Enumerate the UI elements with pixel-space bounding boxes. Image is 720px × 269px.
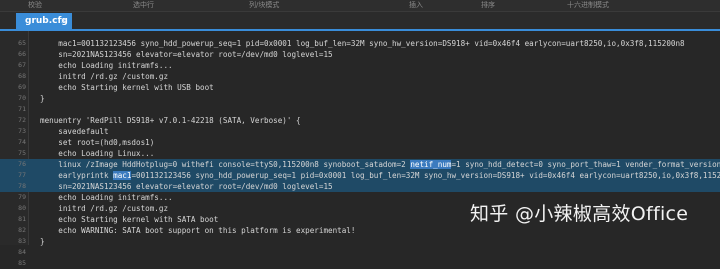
menu-item-hex-mode[interactable]: 十六进制模式 [567,0,609,10]
line-number: 80 [18,204,26,212]
code-segment: earlyprintk [40,171,114,180]
code-line[interactable]: 85 [0,258,720,269]
code-text: initrd /rd.gz /custom.gz [40,71,168,82]
line-number: 76 [18,160,26,168]
code-segment: echo Starting kernel with SATA boot [40,215,219,224]
code-segment: echo WARNING: SATA boot support on this … [40,226,356,235]
code-segment: =001132123456 syno_hdd_powerup_seq=1 pid… [131,171,720,180]
code-text: menuentry 'RedPill DS918+ v7.0.1-42218 (… [40,115,301,126]
line-number: 65 [18,39,26,47]
line-number: 70 [18,94,26,102]
line-number: 74 [18,138,26,146]
code-text: } [40,236,45,247]
code-line[interactable]: 72 menuentry 'RedPill DS918+ v7.0.1-42218… [0,115,720,126]
code-segment: } [40,94,45,103]
code-segment: linux /zImage HddHotplug=0 withefi conso… [40,160,411,169]
code-segment: mac1=001132123456 syno_hdd_powerup_seq=1… [40,39,685,48]
code-line[interactable]: 78 sn=2021NAS123456 elevator=elevator ro… [0,181,720,192]
code-line[interactable]: 69 echo Starting kernel with USB boot [0,82,720,93]
code-line[interactable]: 66 sn=2021NAS123456 elevator=elevator ro… [0,49,720,60]
code-text: mac1=001132123456 syno_hdd_powerup_seq=1… [40,38,685,49]
code-line[interactable]: 71 [0,104,720,115]
code-segment: =1 syno_hdd_detect=0 syno_port_thaw=1 ve… [451,160,720,169]
code-segment: echo Starting kernel with USB boot [40,83,214,92]
code-segment: savedefault [40,127,109,136]
code-segment: sn=2021NAS123456 elevator=elevator root=… [40,182,333,191]
code-text: echo Starting kernel with SATA boot [40,214,218,225]
watermark: 知乎 @小辣椒高效Office [470,203,689,225]
code-segment: initrd /rd.gz /custom.gz [40,204,169,213]
code-segment: set root=(hd0,msdos1) [40,138,155,147]
code-text: savedefault [40,126,109,137]
line-number: 67 [18,61,26,69]
menu-item-verify[interactable]: 校验 [28,0,42,10]
code-text: echo Loading initramfs... [40,60,173,71]
line-number: 82 [18,226,26,234]
line-number: 69 [18,83,26,91]
code-text: sn=2021NAS123456 elevator=elevator root=… [40,181,333,192]
menu-bar: 校验 选中行 列/块模式 插入 排序 十六进制模式 [0,0,720,12]
line-number: 84 [18,248,26,256]
code-line[interactable]: 77 earlyprintk mac1=001132123456 syno_hd… [0,170,720,181]
line-number: 83 [18,237,26,245]
search-highlight: netif_num [410,160,452,169]
menu-item-sort[interactable]: 排序 [481,0,495,10]
line-number: 79 [18,193,26,201]
code-text: initrd /rd.gz /custom.gz [40,203,168,214]
code-segment: echo Loading Linux... [40,149,155,158]
code-line[interactable]: 76 linux /zImage HddHotplug=0 withefi co… [0,159,720,170]
code-line[interactable]: 75 echo Loading Linux... [0,148,720,159]
code-line[interactable]: 68 initrd /rd.gz /custom.gz [0,71,720,82]
line-number: 81 [18,215,26,223]
code-line[interactable]: 67 echo Loading initramfs... [0,60,720,71]
code-text: set root=(hd0,msdos1) [40,137,154,148]
code-segment: sn=2021NAS123456 elevator=elevator root=… [40,50,333,59]
code-text: echo Loading initramfs... [40,192,173,203]
menu-item-insert[interactable]: 插入 [409,0,423,10]
line-number: 66 [18,50,26,58]
code-text: echo Loading Linux... [40,148,154,159]
code-text: sn=2021NAS123456 elevator=elevator root=… [40,49,333,60]
line-number: 85 [18,259,26,267]
code-line[interactable]: 83} [0,236,720,247]
line-number: 78 [18,182,26,190]
code-segment: initrd /rd.gz /custom.gz [40,72,169,81]
code-line[interactable]: 73 savedefault [0,126,720,137]
code-text: echo WARNING: SATA boot support on this … [40,225,355,236]
line-number: 71 [18,105,26,113]
line-number: 75 [18,149,26,157]
code-text: earlyprintk mac1=001132123456 syno_hdd_p… [40,170,720,181]
code-line[interactable]: 65 mac1=001132123456 syno_hdd_powerup_se… [0,38,720,49]
code-line[interactable]: 84 [0,247,720,258]
code-segment: menuentry 'RedPill DS918+ v7.0.1-42218 (… [40,116,301,125]
code-segment: echo Loading initramfs... [40,193,173,202]
code-text: echo Starting kernel with USB boot [40,82,214,93]
line-number: 77 [18,171,26,179]
line-number: 68 [18,72,26,80]
line-number: 73 [18,127,26,135]
code-segment: echo Loading initramfs... [40,61,173,70]
code-line[interactable]: 70} [0,93,720,104]
menu-item-selected-lines[interactable]: 选中行 [133,0,154,10]
code-text: } [40,93,45,104]
menu-item-column-mode[interactable]: 列/块模式 [249,0,279,10]
code-line[interactable]: 74 set root=(hd0,msdos1) [0,137,720,148]
code-line[interactable] [0,27,720,38]
code-line[interactable]: 82 echo WARNING: SATA boot support on th… [0,225,720,236]
line-number: 72 [18,116,26,124]
code-text: linux /zImage HddHotplug=0 withefi conso… [40,159,720,170]
search-highlight: mac1 [113,171,132,180]
